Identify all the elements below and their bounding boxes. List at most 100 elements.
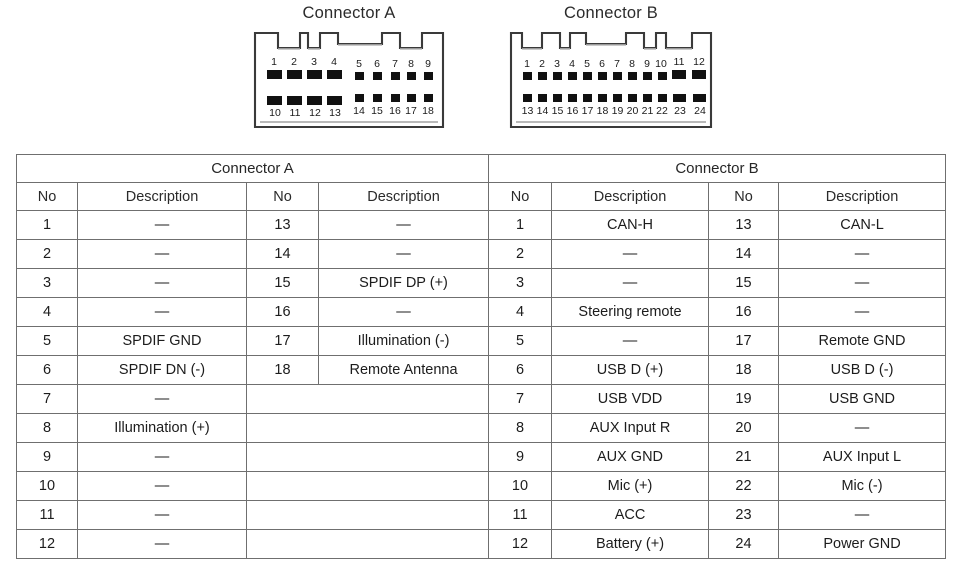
cell-a-left-desc-2: — xyxy=(77,239,247,269)
connector-b-diagram: Connector B 1 2 3 4 5 6 7 8 9 10 11 12 1… xyxy=(508,0,714,134)
connector-b-pin-24 xyxy=(693,94,706,102)
connector-a-pin-layer: 1 2 3 4 5 6 7 8 9 10 11 12 13 14 15 16 1… xyxy=(252,26,446,134)
connector-b-pin-label-19: 19 xyxy=(611,105,624,117)
connector-a-pin-3 xyxy=(307,70,322,79)
cell-b-right-desc-3: — xyxy=(777,268,947,298)
cell-a-left-no-6: 6 xyxy=(16,355,78,385)
cell-b-right-desc-4: — xyxy=(777,297,947,327)
cell-b-right-desc-12: Power GND xyxy=(777,529,947,559)
cell-b-right-no-5: 17 xyxy=(708,326,779,356)
connector-b-pin-3 xyxy=(553,72,562,80)
cell-a-right-blank-8 xyxy=(246,413,489,443)
cell-b-left-no-2: 2 xyxy=(488,239,552,269)
cell-a-right-no-2: 14 xyxy=(246,239,319,269)
connector-a-pin-label-11: 11 xyxy=(289,107,301,119)
cell-a-left-no-11: 11 xyxy=(16,500,78,530)
connector-a-pin-label-4: 4 xyxy=(331,56,337,68)
cell-b-left-no-4: 4 xyxy=(488,297,552,327)
cell-a-right-no-1: 13 xyxy=(246,210,319,240)
connector-b-pin-2 xyxy=(538,72,547,80)
column-header-desc-a2: Description xyxy=(318,182,489,211)
connector-a-pin-14 xyxy=(355,94,364,102)
connector-a-pin-11 xyxy=(287,96,302,105)
cell-a-left-desc-4: — xyxy=(77,297,247,327)
cell-b-right-no-4: 16 xyxy=(708,297,779,327)
cell-a-left-no-4: 4 xyxy=(16,297,78,327)
group-header-connector-b: Connector B xyxy=(487,154,947,183)
cell-b-right-no-3: 15 xyxy=(708,268,779,298)
connector-a-pin-17 xyxy=(407,94,416,102)
column-header-no-a2: No xyxy=(246,182,319,211)
connector-a-pin-16 xyxy=(391,94,400,102)
connector-a-pin-8 xyxy=(407,72,416,80)
cell-a-left-no-7: 7 xyxy=(16,384,78,414)
cell-b-right-no-7: 19 xyxy=(708,384,779,414)
connector-b-pin-label-4: 4 xyxy=(569,58,575,70)
cell-a-right-blank-11 xyxy=(246,500,489,530)
connector-a-pin-label-8: 8 xyxy=(408,58,414,70)
cell-a-right-desc-5: Illumination (-) xyxy=(318,326,489,356)
cell-b-left-no-8: 8 xyxy=(488,413,552,443)
cell-a-left-desc-8: Illumination (+) xyxy=(77,413,247,443)
connector-a-pin-label-12: 12 xyxy=(309,107,321,119)
connector-b-pin-label-1: 1 xyxy=(524,58,530,70)
connector-b-pin-label-12: 12 xyxy=(693,56,705,68)
connector-a-pin-4 xyxy=(327,70,342,79)
connector-b-pin-label-21: 21 xyxy=(641,105,654,117)
connector-b-pin-8 xyxy=(628,72,637,80)
cell-b-right-no-9: 21 xyxy=(708,442,779,472)
cell-b-right-no-8: 20 xyxy=(708,413,779,443)
cell-a-left-no-12: 12 xyxy=(16,529,78,559)
cell-a-right-desc-2: — xyxy=(318,239,489,269)
cell-b-right-desc-9: AUX Input L xyxy=(777,442,947,472)
connector-a-pin-label-13: 13 xyxy=(329,107,341,119)
cell-a-left-no-9: 9 xyxy=(16,442,78,472)
cell-b-left-no-7: 7 xyxy=(488,384,552,414)
cell-b-right-desc-7: USB GND xyxy=(777,384,947,414)
connector-a-pin-label-5: 5 xyxy=(356,58,362,70)
table-row: 11 — 11 ACC 23 — xyxy=(16,500,947,530)
connector-a-pin-15 xyxy=(373,94,382,102)
connector-b-diagram-title: Connector B xyxy=(564,4,658,22)
cell-a-left-desc-9: — xyxy=(77,442,247,472)
cell-b-right-no-12: 24 xyxy=(708,529,779,559)
connector-b-pin-label-14: 14 xyxy=(536,105,549,117)
connector-b-pin-label-16: 16 xyxy=(566,105,579,117)
cell-a-left-desc-3: — xyxy=(77,268,247,298)
connector-a-diagram: Connector A 1 2 3 4 5 6 7 8 9 10 11 12 1… xyxy=(252,0,446,134)
cell-a-left-desc-12: — xyxy=(77,529,247,559)
cell-b-left-no-9: 9 xyxy=(488,442,552,472)
connector-b-pin-label-20: 20 xyxy=(626,105,639,117)
pinout-table-body: 1 — 13 — 1 CAN-H 13 CAN-L 2 — 14 — 2 — 1… xyxy=(16,210,947,559)
connector-a-pin-label-14: 14 xyxy=(353,105,365,117)
cell-b-right-no-11: 23 xyxy=(708,500,779,530)
column-header-no-b2: No xyxy=(708,182,779,211)
column-header-desc-b1: Description xyxy=(551,182,709,211)
cell-a-right-desc-4: — xyxy=(318,297,489,327)
connector-a-diagram-title: Connector A xyxy=(302,4,396,22)
connector-b-pin-5 xyxy=(583,72,592,80)
table-row: 4 — 16 — 4 Steering remote 16 — xyxy=(16,297,947,327)
cell-a-left-desc-6: SPDIF DN (-) xyxy=(77,355,247,385)
connector-b-pin-label-23: 23 xyxy=(674,105,686,117)
connector-a-pin-label-7: 7 xyxy=(392,58,398,70)
cell-b-left-no-12: 12 xyxy=(488,529,552,559)
cell-a-right-blank-10 xyxy=(246,471,489,501)
connector-b-pin-label-24: 24 xyxy=(694,105,706,117)
connector-a-pin-label-9: 9 xyxy=(425,58,431,70)
connector-a-pin-label-17: 17 xyxy=(405,105,417,117)
pinout-table-wrapper: Connector A Connector B No Description N… xyxy=(16,154,947,559)
table-row: 10 — 10 Mic (+) 22 Mic (-) xyxy=(16,471,947,501)
connector-b-pin-label-22: 22 xyxy=(656,105,668,117)
cell-b-left-desc-6: USB D (+) xyxy=(551,355,709,385)
cell-a-left-no-8: 8 xyxy=(16,413,78,443)
connector-b-pin-label-11: 11 xyxy=(673,56,685,68)
table-row: 8 Illumination (+) 8 AUX Input R 20 — xyxy=(16,413,947,443)
connector-a-pin-label-3: 3 xyxy=(311,56,317,68)
connector-a-pin-9 xyxy=(424,72,433,80)
cell-a-left-desc-11: — xyxy=(77,500,247,530)
cell-b-left-desc-11: ACC xyxy=(551,500,709,530)
connector-b-pin-13 xyxy=(523,94,532,102)
connector-b-pin-label-13: 13 xyxy=(521,105,534,117)
cell-b-left-no-11: 11 xyxy=(488,500,552,530)
